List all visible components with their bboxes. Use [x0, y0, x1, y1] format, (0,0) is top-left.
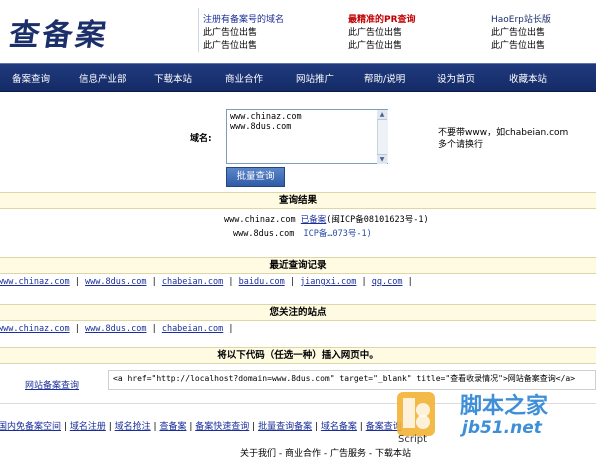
ad-slot[interactable]: 此广告位出售	[348, 25, 402, 38]
result-row: www.chinaz.com 已备案(闽ICP备08101623号-1)	[224, 213, 429, 225]
scroll-up-icon[interactable]: ▲	[377, 110, 387, 120]
recent-link[interactable]: www.chinaz.com	[0, 277, 70, 287]
nav-item-miit[interactable]: 信息产业部	[79, 71, 127, 85]
result-status[interactable]: 已备案	[301, 215, 327, 225]
footer-link[interactable]: 查备案	[159, 422, 186, 432]
footer-link[interactable]: 备案快速查询	[195, 422, 249, 432]
ad-table: 注册有备案号的域名 最精准的PR查询 HaoErp站长版 此广告位出售 此广告位…	[198, 8, 596, 52]
ad-register-domain[interactable]: 注册有备案号的域名	[203, 12, 284, 25]
result-row: www.8dus.com ICP备…073号-1)	[233, 227, 372, 239]
recent-link[interactable]: www.8dus.com	[85, 277, 146, 287]
footer-about[interactable]: 关于我们	[240, 449, 276, 459]
footer-link[interactable]: 域名抢注	[115, 422, 151, 432]
watermark-brand: 脚本之家	[460, 394, 549, 419]
watched-link[interactable]: www.8dus.com	[85, 324, 146, 334]
footer-download[interactable]: 下载本站	[375, 449, 411, 459]
ad-slot[interactable]: 此广告位出售	[203, 38, 257, 51]
watched-link[interactable]: www.chinaz.com	[0, 324, 70, 334]
site-logo[interactable]: 查备案	[7, 10, 112, 54]
result-domain: www.chinaz.com	[224, 215, 296, 225]
recent-header: 最近查询记录	[0, 257, 596, 274]
embed-code-label[interactable]: 网站备案查询	[25, 378, 79, 391]
results-header: 查询结果	[0, 192, 596, 209]
watermark-tag: Script	[398, 434, 428, 445]
ad-slot[interactable]: 此广告位出售	[203, 25, 257, 38]
recent-link[interactable]: jiangxi.com	[300, 277, 356, 287]
nav-item-bookmark[interactable]: 收藏本站	[509, 71, 547, 85]
recent-links: www.chinaz.com | www.8dus.com | chabeian…	[0, 277, 413, 287]
main-nav: 备案查询 信息产业部 下载本站 商业合作 网站推广 帮助/说明 设为首页 收藏本…	[0, 63, 596, 92]
ad-haoerp[interactable]: HaoErp站长版	[491, 12, 551, 25]
embed-code-box[interactable]: <a href="http://localhost?domain=www.8du…	[108, 370, 596, 390]
watched-link[interactable]: chabeian.com	[162, 324, 223, 334]
hint-text-multiline: 多个请换行	[438, 140, 484, 150]
nav-item-business[interactable]: 商业合作	[225, 71, 263, 85]
footer-link[interactable]: 域名备案	[321, 422, 357, 432]
result-domain: www.8dus.com	[233, 229, 295, 239]
nav-item-promotion[interactable]: 网站推广	[296, 71, 334, 85]
domain-label: 域名:	[190, 134, 212, 144]
watermark-url: jb51.net	[462, 418, 542, 438]
footer-links: 国内免备案空间 | 域名注册 | 域名抢注 | 查备案 | 备案快速查询 | 批…	[0, 422, 402, 432]
footer-ads[interactable]: 广告服务	[330, 449, 366, 459]
ad-slot[interactable]: 此广告位出售	[491, 25, 545, 38]
footer-link[interactable]: 域名注册	[70, 422, 106, 432]
result-record: ICP备…073号-1)	[303, 229, 372, 239]
batch-query-button[interactable]: 批量查询	[226, 167, 285, 187]
result-record: (闽ICP备08101623号-1)	[326, 215, 429, 225]
nav-item-set-home[interactable]: 设为首页	[437, 71, 475, 85]
footer-link[interactable]: 批量查询备案	[258, 422, 312, 432]
watched-links: www.chinaz.com | www.8dus.com | chabeian…	[0, 324, 234, 334]
embed-header: 将以下代码（任选一种）插入网页中。	[0, 347, 596, 364]
domain-textarea[interactable]: www.chinaz.com www.8dus.com	[226, 109, 388, 164]
watched-header: 您关注的站点	[0, 304, 596, 321]
ad-slot[interactable]: 此广告位出售	[491, 38, 545, 51]
scroll-down-icon[interactable]: ▼	[377, 154, 387, 164]
recent-link[interactable]: qq.com	[372, 277, 403, 287]
nav-item-download[interactable]: 下载本站	[154, 71, 192, 85]
nav-item-record-query[interactable]: 备案查询	[12, 71, 50, 85]
footer-bottom: 关于我们 - 商业合作 - 广告服务 - 下载本站	[240, 449, 412, 459]
ad-slot[interactable]: 此广告位出售	[348, 38, 402, 51]
recent-link[interactable]: chabeian.com	[162, 277, 223, 287]
ad-pr-query[interactable]: 最精准的PR查询	[348, 12, 416, 25]
nav-item-help[interactable]: 帮助/说明	[364, 71, 405, 85]
footer-link[interactable]: 国内免备案空间	[0, 422, 61, 432]
recent-link[interactable]: baidu.com	[239, 277, 285, 287]
footer-business[interactable]: 商业合作	[285, 449, 321, 459]
